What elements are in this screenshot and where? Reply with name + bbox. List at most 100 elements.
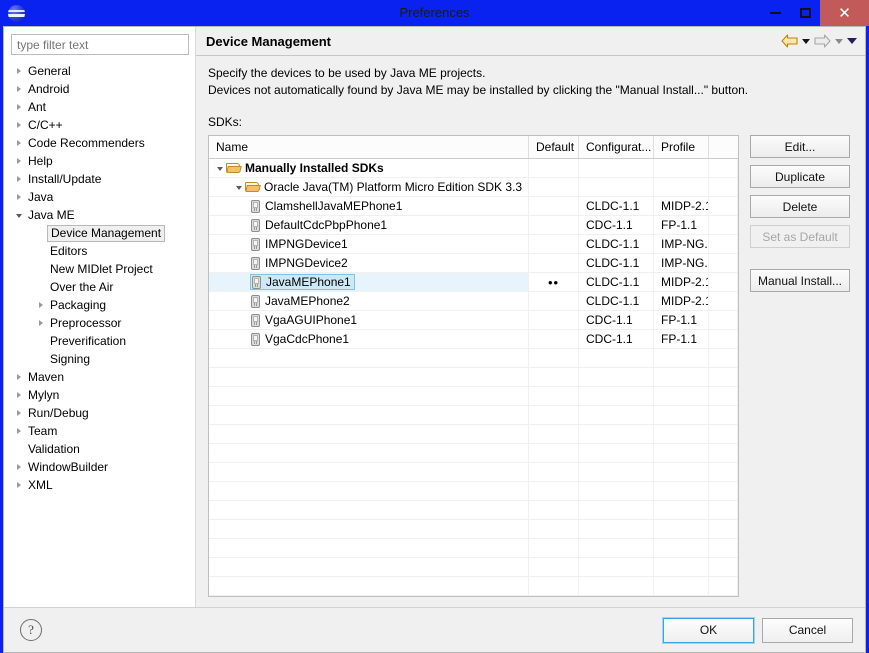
view-menu-icon[interactable] <box>847 38 857 44</box>
table-row[interactable]: VgaAGUIPhone1CDC-1.1FP-1.1 <box>209 311 738 330</box>
sidebar-item-android[interactable]: Android <box>4 80 195 98</box>
table-row[interactable]: DefaultCdcPbpPhone1CDC-1.1FP-1.1 <box>209 216 738 235</box>
cell-empty <box>529 368 579 386</box>
column-header-default[interactable]: Default <box>529 136 579 158</box>
sidebar-item-general[interactable]: General <box>4 62 195 80</box>
cell-configuration: CDC-1.1 <box>579 311 654 329</box>
table-row-empty[interactable] <box>209 463 738 482</box>
chevron-right-icon[interactable] <box>12 86 25 92</box>
chevron-down-icon[interactable] <box>12 212 25 218</box>
sidebar-item-windowbuilder[interactable]: WindowBuilder <box>4 458 195 476</box>
sidebar-item-team[interactable]: Team <box>4 422 195 440</box>
delete-button[interactable]: Delete <box>750 195 850 218</box>
table-row-empty[interactable] <box>209 501 738 520</box>
table-row[interactable]: ClamshellJavaMEPhone1CLDC-1.1MIDP-2.1 <box>209 197 738 216</box>
sidebar-item-signing[interactable]: Signing <box>4 350 195 368</box>
minimize-button[interactable] <box>760 0 790 26</box>
chevron-right-icon[interactable] <box>12 140 25 146</box>
table-row-empty[interactable] <box>209 558 738 577</box>
ok-button[interactable]: OK <box>663 618 754 643</box>
table-row[interactable]: IMPNGDevice2CLDC-1.1IMP-NG... <box>209 254 738 273</box>
sidebar-item-java-me[interactable]: Java ME <box>4 206 195 224</box>
table-row-empty[interactable] <box>209 368 738 387</box>
table-header-row: NameDefaultConfigurat...Profile <box>209 136 738 159</box>
cell-default <box>529 292 579 310</box>
column-header-extra[interactable] <box>709 136 738 158</box>
chevron-right-icon[interactable] <box>12 122 25 128</box>
table-row[interactable]: JavaMEPhone2CLDC-1.1MIDP-2.1 <box>209 292 738 311</box>
manual-install-button[interactable]: Manual Install... <box>750 269 850 292</box>
chevron-down-icon[interactable] <box>232 184 245 190</box>
table-row[interactable]: VgaCdcPhone1CDC-1.1FP-1.1 <box>209 330 738 349</box>
table-body[interactable]: Manually Installed SDKsOracle Java(TM) P… <box>209 159 738 596</box>
column-header-name[interactable]: Name <box>209 136 529 158</box>
chevron-right-icon[interactable] <box>12 194 25 200</box>
table-row-empty[interactable] <box>209 539 738 558</box>
table-row-empty[interactable] <box>209 520 738 539</box>
table-row[interactable]: Oracle Java(TM) Platform Micro Edition S… <box>209 178 738 197</box>
duplicate-button[interactable]: Duplicate <box>750 165 850 188</box>
cancel-button[interactable]: Cancel <box>762 618 853 643</box>
chevron-right-icon[interactable] <box>12 68 25 74</box>
edit-button[interactable]: Edit... <box>750 135 850 158</box>
chevron-right-icon[interactable] <box>12 482 25 488</box>
table-row-empty[interactable] <box>209 577 738 596</box>
sidebar-item-ant[interactable]: Ant <box>4 98 195 116</box>
chevron-right-icon[interactable] <box>12 410 25 416</box>
device-icon <box>251 200 260 213</box>
chevron-down-icon[interactable] <box>213 165 226 171</box>
table-row-empty[interactable] <box>209 482 738 501</box>
sidebar-item-mylyn[interactable]: Mylyn <box>4 386 195 404</box>
table-row[interactable]: Manually Installed SDKs <box>209 159 738 178</box>
column-header-profile[interactable]: Profile <box>654 136 709 158</box>
sidebar-item-device-management[interactable]: Device Management <box>4 224 195 242</box>
cell-extra <box>709 311 738 329</box>
column-header-configurat[interactable]: Configurat... <box>579 136 654 158</box>
table-row-empty[interactable] <box>209 425 738 444</box>
cell-empty <box>209 349 529 367</box>
sidebar-item-packaging[interactable]: Packaging <box>4 296 195 314</box>
sidebar-item-new-midlet-project[interactable]: New MIDlet Project <box>4 260 195 278</box>
help-icon[interactable]: ? <box>20 619 42 641</box>
table-row[interactable]: JavaMEPhone1••CLDC-1.1MIDP-2.1 <box>209 273 738 292</box>
table-row[interactable]: IMPNGDevice1CLDC-1.1IMP-NG... <box>209 235 738 254</box>
chevron-right-icon[interactable] <box>12 158 25 164</box>
sdk-table[interactable]: NameDefaultConfigurat...Profile Manually… <box>208 135 739 597</box>
table-row-empty[interactable] <box>209 349 738 368</box>
close-button[interactable]: ✕ <box>820 0 869 26</box>
chevron-right-icon[interactable] <box>34 320 47 326</box>
table-row-empty[interactable] <box>209 444 738 463</box>
sidebar-item-over-the-air[interactable]: Over the Air <box>4 278 195 296</box>
sidebar-item-maven[interactable]: Maven <box>4 368 195 386</box>
cell-empty <box>579 349 654 367</box>
sidebar-item-help[interactable]: Help <box>4 152 195 170</box>
search-input[interactable] <box>11 34 189 55</box>
cell-empty <box>529 387 579 405</box>
description-line-2: Devices not automatically found by Java … <box>208 82 853 99</box>
sidebar-item-editors[interactable]: Editors <box>4 242 195 260</box>
chevron-right-icon[interactable] <box>12 176 25 182</box>
sidebar-item-c-c[interactable]: C/C++ <box>4 116 195 134</box>
back-dropdown-caret[interactable] <box>802 39 810 44</box>
chevron-right-icon[interactable] <box>12 374 25 380</box>
preferences-tree[interactable]: GeneralAndroidAntC/C++Code RecommendersH… <box>4 60 195 607</box>
chevron-right-icon[interactable] <box>12 428 25 434</box>
chevron-right-icon[interactable] <box>12 104 25 110</box>
sidebar-item-xml[interactable]: XML <box>4 476 195 494</box>
sidebar-item-preprocessor[interactable]: Preprocessor <box>4 314 195 332</box>
sidebar-item-java[interactable]: Java <box>4 188 195 206</box>
maximize-button[interactable] <box>790 0 820 26</box>
table-row-empty[interactable] <box>209 387 738 406</box>
chevron-right-icon[interactable] <box>34 302 47 308</box>
chevron-right-icon[interactable] <box>12 392 25 398</box>
cell-extra <box>709 235 738 253</box>
chevron-right-icon[interactable] <box>12 464 25 470</box>
sidebar-item-preverification[interactable]: Preverification <box>4 332 195 350</box>
sidebar-item-install-update[interactable]: Install/Update <box>4 170 195 188</box>
back-arrow-icon[interactable] <box>781 34 798 48</box>
table-row-empty[interactable] <box>209 406 738 425</box>
sidebar-item-run-debug[interactable]: Run/Debug <box>4 404 195 422</box>
sidebar-item-label: XML <box>25 478 53 492</box>
sidebar-item-validation[interactable]: Validation <box>4 440 195 458</box>
sidebar-item-code-recommenders[interactable]: Code Recommenders <box>4 134 195 152</box>
